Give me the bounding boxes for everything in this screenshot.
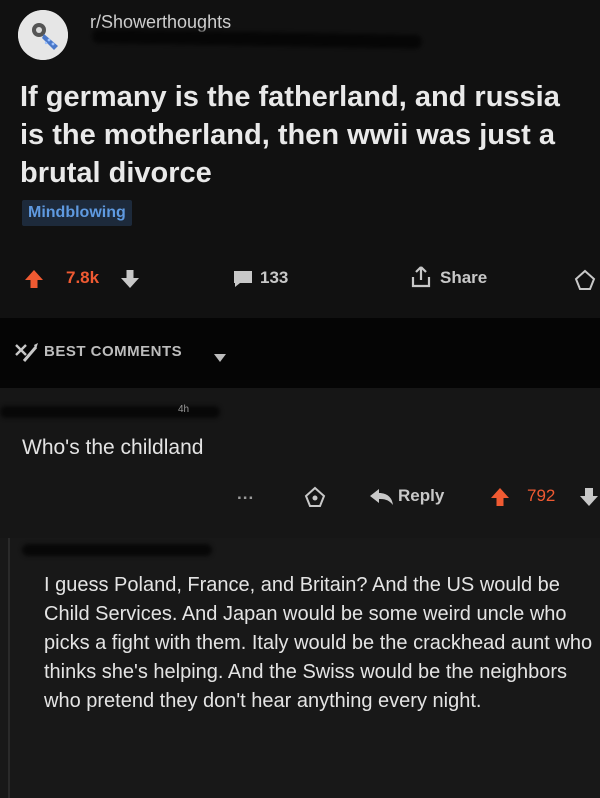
- post-flair: Mindblowing: [22, 200, 132, 226]
- save-icon[interactable]: [574, 269, 596, 296]
- comment-score: 792: [527, 486, 556, 505]
- sort-label[interactable]: BEST COMMENTS: [44, 343, 182, 360]
- comment: 4h Who's the childland ... Reply 792: [0, 388, 600, 538]
- comment-age: 4h: [178, 404, 190, 415]
- reply-button[interactable]: Reply: [398, 486, 444, 506]
- subreddit-avatar-icon[interactable]: [18, 10, 68, 60]
- post-title[interactable]: If germany is the fatherland, and russia…: [20, 78, 580, 192]
- post-header: r/Showerthoughts If germany is the fathe…: [0, 0, 600, 318]
- reply-comment: I guess Poland, France, and Britain? And…: [0, 538, 600, 798]
- upvote-icon[interactable]: [24, 269, 44, 294]
- share-icon[interactable]: [410, 265, 432, 294]
- downvote-icon[interactable]: [120, 269, 140, 294]
- comment-count[interactable]: 133: [260, 268, 288, 288]
- share-button[interactable]: Share: [440, 268, 487, 288]
- comment-text: Who's the childland: [22, 436, 204, 459]
- chevron-down-icon[interactable]: [214, 349, 226, 367]
- redacted-username: [22, 544, 212, 556]
- redacted-username: [91, 29, 423, 49]
- more-icon[interactable]: ...: [237, 484, 254, 504]
- best-comments-icon: [12, 341, 38, 370]
- post-action-bar: 7.8k 133 Share: [0, 260, 600, 300]
- post-score: 7.8k: [66, 268, 100, 287]
- comment-action-bar: ... Reply 792: [0, 484, 600, 514]
- save-icon[interactable]: [304, 486, 326, 513]
- upvote-icon[interactable]: [490, 487, 510, 512]
- comment-text: I guess Poland, France, and Britain? And…: [44, 574, 593, 712]
- thread-line: [8, 538, 10, 798]
- downvote-icon[interactable]: [580, 487, 598, 512]
- comment-sort-bar[interactable]: BEST COMMENTS: [0, 318, 600, 388]
- reply-icon[interactable]: [370, 488, 394, 511]
- comment-icon[interactable]: [232, 270, 254, 293]
